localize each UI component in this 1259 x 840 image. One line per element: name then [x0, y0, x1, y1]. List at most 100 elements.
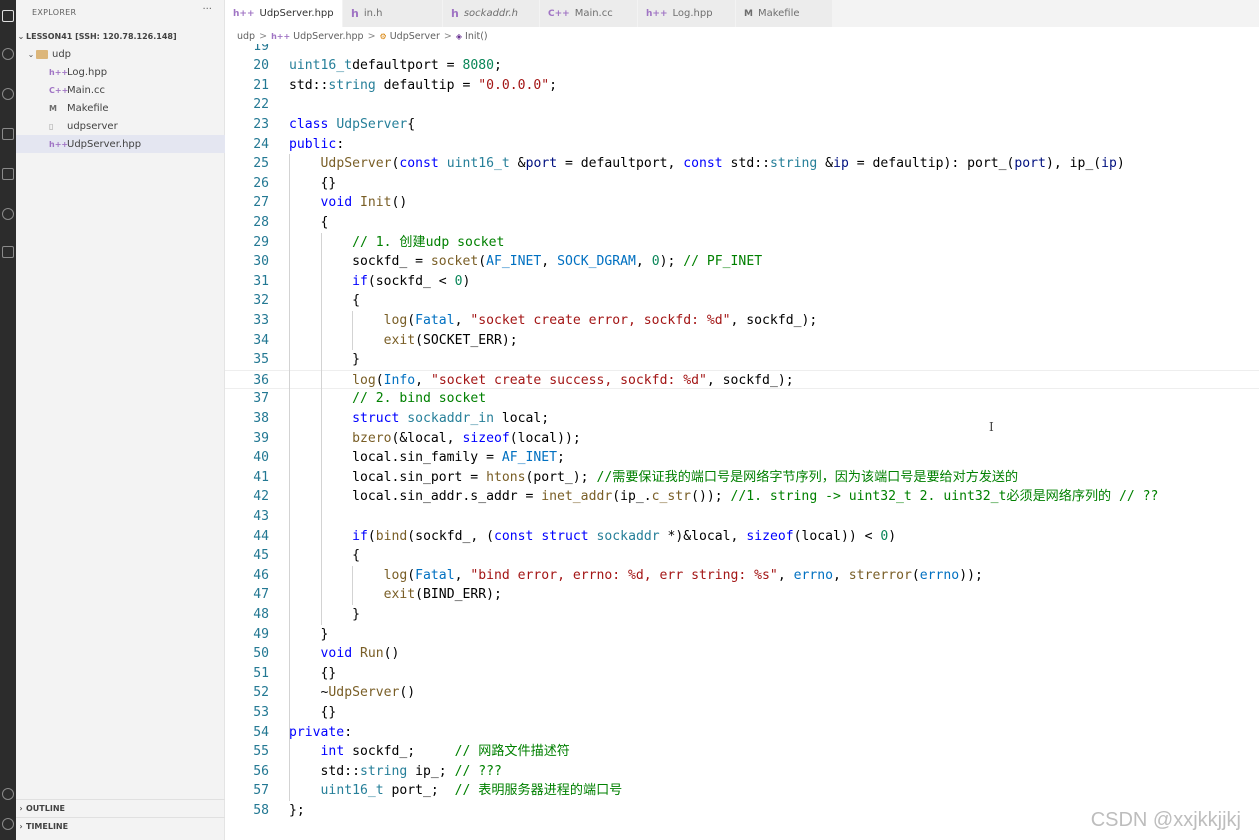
tab-sockaddr-h[interactable]: h sockaddr.h — [443, 0, 540, 27]
account-icon[interactable] — [2, 788, 14, 800]
tab-udpserver-hpp[interactable]: h++ UdpServer.hpp × — [225, 0, 350, 27]
tab-log-hpp[interactable]: h++ Log.hpp — [638, 0, 736, 27]
code-token: ()); — [691, 489, 731, 505]
run-debug-icon[interactable] — [2, 128, 14, 140]
breadcrumb-method[interactable]: Init() — [465, 31, 488, 42]
code-text: int sockfd_; // 网路文件描述符 — [289, 742, 570, 762]
settings-gear-icon[interactable] — [2, 818, 14, 830]
code-token: port — [1014, 156, 1046, 172]
code-line[interactable]: 45 { — [225, 546, 1259, 566]
code-token: AF_INET — [486, 254, 542, 270]
code-editor[interactable]: 19 20 uint16_tdefaultport = 8080; 21 std::st… — [225, 44, 1259, 840]
code-line[interactable]: 33 log(Fatal, "socket create error, sock… — [225, 311, 1259, 331]
code-line[interactable]: 49 } — [225, 625, 1259, 645]
line-number: 37 — [253, 391, 269, 407]
breadcrumb-file[interactable]: UdpServer.hpp — [293, 31, 363, 42]
code-line[interactable]: 46 log(Fatal, "bind error, errno: %d, er… — [225, 566, 1259, 586]
code-text: exit(SOCKET_ERR); — [289, 331, 518, 351]
code-line[interactable]: 42 local.sin_addr.s_addr = inet_addr(ip_… — [225, 487, 1259, 507]
indent-guide — [352, 310, 354, 351]
code-line[interactable]: 24 public: — [225, 135, 1259, 155]
code-line[interactable]: 28 { — [225, 213, 1259, 233]
code-token: = defaultport, — [557, 156, 684, 172]
code-line[interactable]: 52 ~UdpServer() — [225, 683, 1259, 703]
more-actions-icon[interactable]: ··· — [202, 4, 212, 15]
code-token: { — [407, 116, 416, 132]
code-token: (BIND_ERR); — [415, 587, 502, 603]
code-line[interactable]: 34 exit(SOCKET_ERR); — [225, 331, 1259, 351]
timeline-section[interactable]: › TIMELINE — [16, 817, 225, 835]
code-line[interactable]: 22 — [225, 95, 1259, 115]
remote-explorer-icon[interactable] — [2, 208, 14, 220]
code-token: UdpServer — [320, 156, 392, 172]
code-line[interactable]: 31 if(sockfd_ < 0) — [225, 272, 1259, 292]
code-token: exit — [383, 332, 416, 348]
code-line[interactable]: 39 bzero(&local, sizeof(local)); — [225, 429, 1259, 449]
code-line[interactable]: 35 } — [225, 350, 1259, 370]
code-line[interactable]: 44 if(bind(sockfd_, (const struct sockad… — [225, 527, 1259, 547]
code-line[interactable]: 26 {} — [225, 174, 1259, 194]
code-line[interactable]: 29 // 1. 创建udp socket — [225, 233, 1259, 253]
code-line[interactable]: 57 uint16_t port_; // 表明服务器进程的端口号 — [225, 781, 1259, 801]
code-line[interactable]: 40 local.sin_family = AF_INET; — [225, 448, 1259, 468]
file-main-cc[interactable]: C++ Main.cc — [16, 81, 225, 99]
code-line[interactable]: 56 std::string ip_; // ??? — [225, 762, 1259, 782]
file-label: UdpServer.hpp — [67, 138, 142, 150]
code-token: ( — [478, 254, 487, 270]
code-line[interactable]: 23 class UdpServer{ — [225, 115, 1259, 135]
code-line[interactable]: 43 — [225, 507, 1259, 527]
timeline-label: TIMELINE — [26, 822, 69, 831]
c-header-icon: h — [451, 7, 459, 20]
code-line[interactable]: 19 — [225, 44, 1259, 56]
code-line[interactable]: 54 private: — [225, 723, 1259, 743]
code-line[interactable]: 36 log(Info, "socket create success, soc… — [225, 369, 1259, 390]
tab-makefile[interactable]: M Makefile — [736, 0, 833, 27]
code-text: {} — [289, 664, 337, 684]
code-line[interactable]: 53 {} — [225, 703, 1259, 723]
code-line[interactable]: 20 uint16_tdefaultport = 8080; — [225, 56, 1259, 76]
extensions-icon[interactable] — [2, 168, 14, 180]
code-line[interactable]: 38 struct sockaddr_in local; — [225, 409, 1259, 429]
code-token: ( — [407, 567, 416, 583]
code-line[interactable]: 25 UdpServer(const uint16_t &port = defa… — [225, 154, 1259, 174]
file-udpserver[interactable]: ▯ udpserver — [16, 117, 225, 135]
code-line[interactable]: 41 local.sin_port = htons(port_); //需要保证… — [225, 468, 1259, 488]
code-token: string — [328, 77, 376, 93]
code-text: if(bind(sockfd_, (const struct sockaddr … — [289, 527, 896, 547]
code-line[interactable]: 55 int sockfd_; // 网路文件描述符 — [225, 742, 1259, 762]
explorer-title: EXPLORER — [32, 8, 77, 17]
code-text: {} — [289, 703, 337, 723]
line-number: 35 — [253, 352, 269, 368]
line-number: 34 — [253, 332, 269, 348]
file-udpserver-hpp[interactable]: h++ UdpServer.hpp — [16, 135, 225, 153]
breadcrumb-class[interactable]: UdpServer — [390, 31, 440, 42]
line-number: 42 — [253, 489, 269, 505]
explorer-icon[interactable] — [2, 10, 14, 22]
code-line[interactable]: 32 { — [225, 291, 1259, 311]
code-line[interactable]: 37 // 2. bind socket — [225, 389, 1259, 409]
code-line[interactable]: 21 std::string defaultip = "0.0.0.0"; — [225, 76, 1259, 96]
line-number: 32 — [253, 293, 269, 309]
code-line[interactable]: 30 sockfd_ = socket(AF_INET, SOCK_DGRAM,… — [225, 252, 1259, 272]
code-token: ) — [1116, 156, 1125, 172]
code-token: void — [320, 195, 353, 211]
code-line[interactable]: 50 void Run() — [225, 644, 1259, 664]
tab-in-h[interactable]: h in.h — [343, 0, 443, 27]
source-control-icon[interactable] — [2, 88, 14, 100]
folder-udp[interactable]: ⌄ udp — [16, 45, 225, 63]
code-line[interactable]: 51 {} — [225, 664, 1259, 684]
breadcrumb-folder[interactable]: udp — [237, 31, 255, 42]
code-line[interactable]: 48 } — [225, 605, 1259, 625]
workspace-root[interactable]: ⌄ LESSON41 [SSH: 120.78.126.148] — [16, 27, 225, 45]
file-log-hpp[interactable]: h++ Log.hpp — [16, 63, 225, 81]
search-icon[interactable] — [2, 48, 14, 60]
code-text: local.sin_addr.s_addr = inet_addr(ip_.c_… — [289, 487, 1158, 507]
testing-icon[interactable] — [2, 246, 14, 258]
tab-main-cc[interactable]: C++ Main.cc — [540, 0, 638, 27]
chevron-right-icon: › — [19, 822, 23, 831]
file-makefile[interactable]: M Makefile — [16, 99, 225, 117]
code-line[interactable]: 47 exit(BIND_ERR); — [225, 585, 1259, 605]
code-line[interactable]: 27 void Init() — [225, 193, 1259, 213]
outline-section[interactable]: › OUTLINE — [16, 799, 225, 817]
